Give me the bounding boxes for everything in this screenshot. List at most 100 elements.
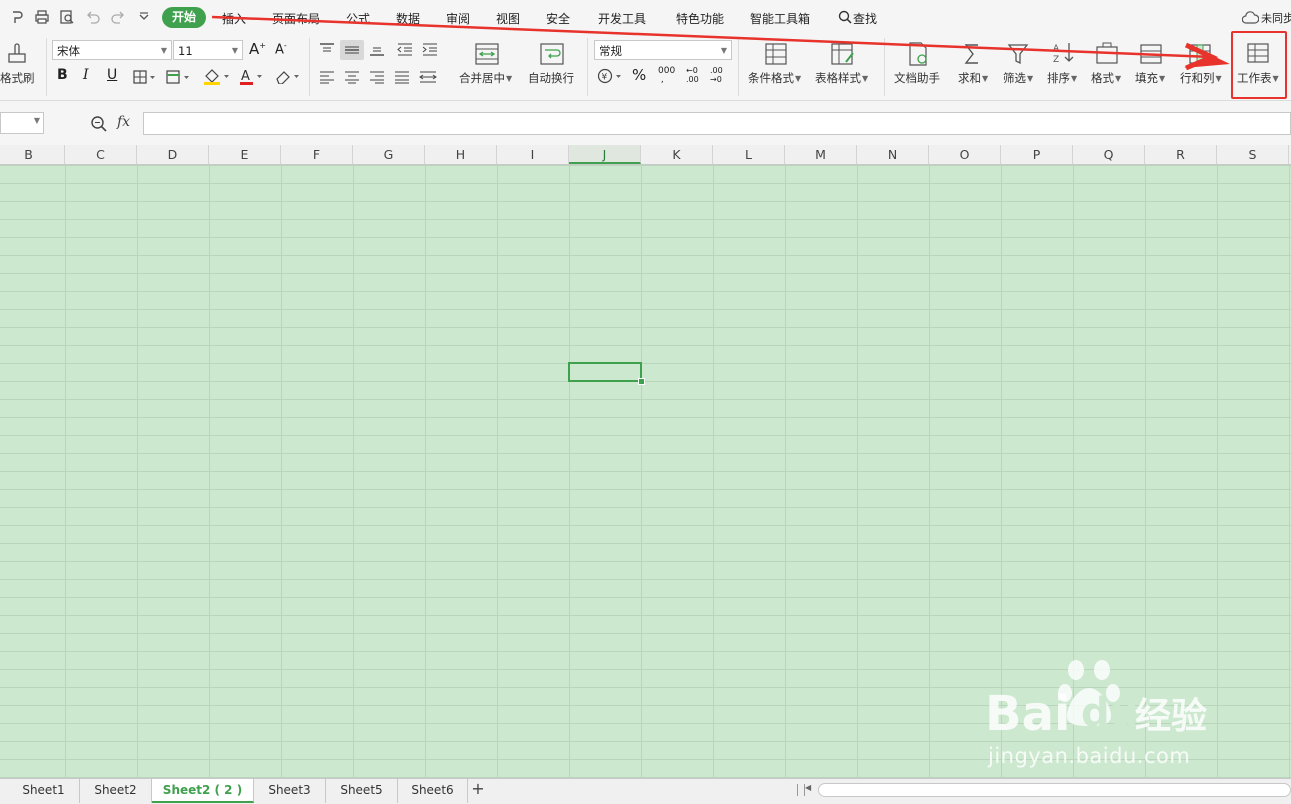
scroll-left-icon[interactable]: ◀ [805,783,811,792]
distributed-align-icon[interactable] [418,70,438,84]
fill-handle[interactable] [638,378,645,385]
conditional-format-button[interactable]: 条件格式▼ [748,70,801,86]
font-name-select[interactable]: 宋体 ▼ [52,40,172,60]
increase-font-icon[interactable]: A+ [249,40,266,58]
active-cell[interactable] [568,362,642,382]
column-header-p[interactable]: P [1001,145,1073,164]
column-header-f[interactable]: F [281,145,353,164]
justify-icon[interactable] [393,70,411,84]
search-label[interactable]: 查找 [853,10,877,27]
tab-smart-toolbox[interactable]: 智能工具箱 [750,10,810,27]
cloud-icon[interactable] [1242,11,1259,24]
decrease-decimal-icon[interactable]: .00 →0 [710,66,723,84]
ribbon: 格式刷 宋体 ▼ 11 ▼ A+ A- B I U A 合并居中▼ 自动换行 常规 ▼… [0,34,1291,101]
align-middle-button[interactable] [340,40,364,60]
tab-start[interactable]: 开始 [162,7,206,28]
tab-view[interactable]: 视图 [496,10,520,27]
column-header-j[interactable]: J [569,145,641,164]
border-icon[interactable] [133,70,157,84]
doc-assistant-button[interactable]: 文档助手 [894,70,940,86]
sheet-tab[interactable]: Sheet6 [398,779,468,803]
chevron-down-icon: ▼ [1071,74,1078,83]
row-col-button[interactable]: 行和列▼ [1180,70,1222,86]
column-header-h[interactable]: H [425,145,497,164]
more-icon[interactable] [136,9,152,25]
align-left-icon[interactable] [318,70,336,84]
sum-button[interactable]: 求和▼ [958,70,988,86]
merge-center-button[interactable]: 合并居中▼ [459,70,512,86]
column-header-n[interactable]: N [857,145,929,164]
font-size-select[interactable]: 11 ▼ [173,40,243,60]
tab-formulas[interactable]: 公式 [346,10,370,27]
column-header-e[interactable]: E [209,145,281,164]
bold-icon[interactable]: B [57,67,68,83]
column-header-q[interactable]: Q [1073,145,1145,164]
align-top-icon[interactable] [318,42,336,56]
align-center-icon[interactable] [343,70,361,84]
column-header-d[interactable]: D [137,145,209,164]
filter-button[interactable]: 筛选▼ [1003,70,1033,86]
table-style-button[interactable]: 表格样式▼ [815,70,868,86]
fill-button[interactable]: 填充▼ [1135,70,1165,86]
decrease-font-icon[interactable]: A- [275,41,287,57]
column-header-o[interactable]: O [929,145,1001,164]
currency-icon[interactable]: ¥ [597,68,625,84]
align-right-icon[interactable] [368,70,386,84]
chevron-down-icon: ▼ [506,74,513,83]
column-header-b[interactable]: B [0,145,65,164]
tab-security[interactable]: 安全 [546,10,570,27]
print-icon[interactable] [34,9,50,25]
sheet-tab[interactable]: Sheet1 [8,779,80,803]
sheet-tab[interactable]: Sheet3 [254,779,326,803]
format-painter-button[interactable]: 格式刷 [0,70,35,86]
tab-data[interactable]: 数据 [396,10,420,27]
italic-icon[interactable]: I [83,67,89,83]
column-header-l[interactable]: L [713,145,785,164]
column-header-c[interactable]: C [65,145,137,164]
sort-button[interactable]: 排序▼ [1047,70,1077,86]
column-header-g[interactable]: G [353,145,425,164]
eraser-icon[interactable] [275,69,303,84]
spell-check-icon[interactable] [10,9,26,25]
sheet-tab[interactable]: Sheet5 [326,779,398,803]
sheet-tab[interactable]: Sheet2 [80,779,152,803]
column-header-i[interactable]: I [497,145,569,164]
fx-label[interactable]: fx [117,114,130,130]
increase-decimal-icon[interactable]: ←0.00 [686,66,699,84]
name-box[interactable]: ▼ [0,112,44,134]
tab-splitter-handle[interactable] [797,784,805,796]
tab-special[interactable]: 特色功能 [676,10,724,27]
column-header-r[interactable]: R [1145,145,1217,164]
cell-style-icon[interactable] [166,70,192,84]
sync-status[interactable]: 未同步 [1261,10,1291,26]
undo-icon[interactable] [85,9,101,25]
sum-icon [964,44,978,64]
search-icon[interactable] [838,10,852,24]
zoom-formula-icon[interactable] [90,115,108,133]
align-bottom-icon[interactable] [368,42,386,56]
tab-developer[interactable]: 开发工具 [598,10,646,27]
tab-page-layout[interactable]: 页面布局 [272,10,320,27]
percent-button[interactable]: % [632,66,646,84]
horizontal-scrollbar[interactable]: ◀ [805,783,1291,797]
wrap-text-button[interactable]: 自动换行 [528,70,574,86]
underline-icon[interactable]: U [107,67,117,83]
sheet-tab[interactable]: Sheet2 ( 2 ) [152,779,254,803]
column-header-s[interactable]: S [1217,145,1289,164]
format-button[interactable]: 格式▼ [1091,70,1121,86]
decrease-indent-icon[interactable] [396,42,414,56]
number-format-select[interactable]: 常规 ▼ [594,40,732,60]
table-style-icon [831,43,854,65]
fill-color-icon[interactable] [203,68,231,85]
font-color-icon[interactable]: A [239,68,265,85]
redo-icon[interactable] [110,9,126,25]
add-sheet-button[interactable]: + [468,779,488,801]
formula-input[interactable] [143,112,1291,135]
tab-insert[interactable]: 插入 [222,10,246,27]
increase-indent-icon[interactable] [421,42,439,56]
print-preview-icon[interactable] [59,9,75,25]
column-header-k[interactable]: K [641,145,713,164]
column-header-m[interactable]: M [785,145,857,164]
thousands-icon[interactable]: 000 , [658,67,675,85]
tab-review[interactable]: 审阅 [446,10,470,27]
